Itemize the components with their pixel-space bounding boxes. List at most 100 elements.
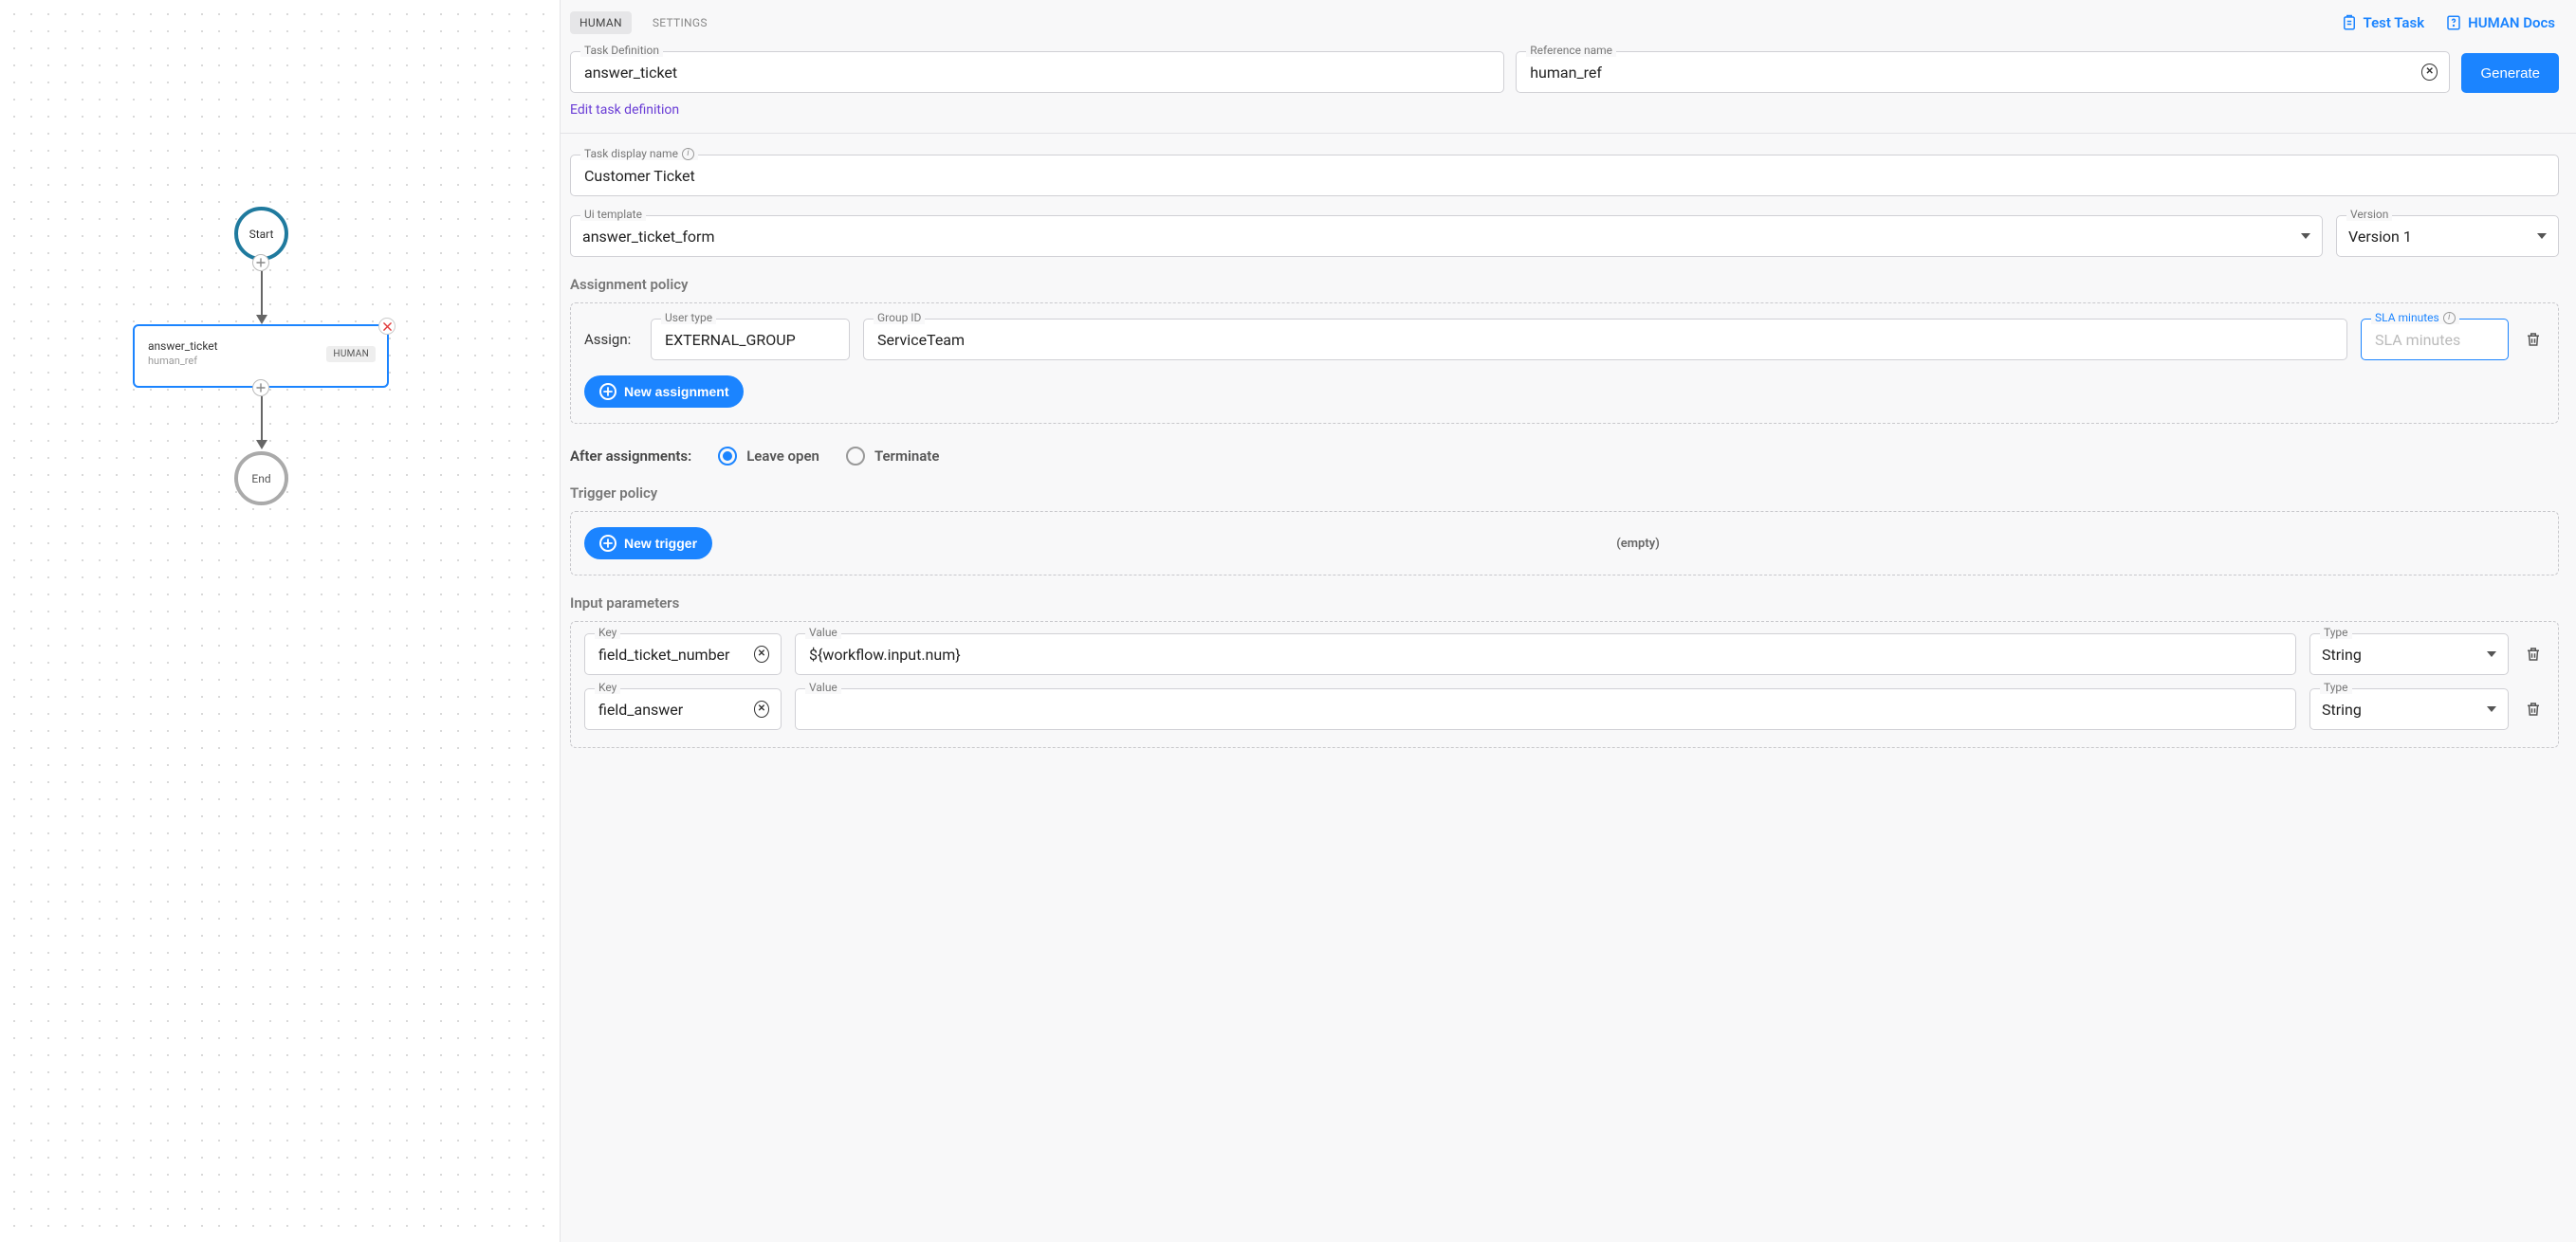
clipboard-icon — [2341, 14, 2358, 31]
close-icon — [383, 322, 392, 331]
start-node[interactable]: Start — [234, 207, 288, 261]
param-type-value: String — [2322, 646, 2362, 664]
trigger-policy-title: Trigger policy — [570, 484, 2559, 502]
info-icon[interactable]: i — [2443, 312, 2456, 324]
tab-settings[interactable]: SETTINGS — [643, 11, 717, 34]
assignment-policy-box: Assign: User type Group ID SLA minutes i — [570, 302, 2559, 424]
help-doc-icon — [2445, 14, 2462, 31]
edge — [261, 271, 263, 317]
field-label: Reference name — [1526, 44, 1616, 57]
user-type-field[interactable]: User type — [651, 319, 850, 360]
task-display-name-input[interactable] — [582, 166, 2547, 186]
param-value-input[interactable] — [807, 645, 2284, 665]
assign-label: Assign: — [584, 331, 635, 348]
clear-reference-name[interactable] — [2421, 64, 2438, 81]
plus-circle-icon — [599, 535, 616, 552]
field-label: Key — [595, 626, 620, 639]
input-parameters-box: Key Value Type String — [570, 621, 2559, 748]
radio-terminate-label: Terminate — [874, 447, 939, 465]
new-assignment-button[interactable]: New assignment — [584, 375, 744, 408]
radio-leave-open[interactable] — [718, 447, 737, 466]
radio-terminate[interactable] — [846, 447, 865, 466]
version-select[interactable]: Version Version 1 — [2336, 215, 2559, 257]
ui-template-value: answer_ticket_form — [582, 228, 714, 246]
trigger-policy-box: New trigger (empty) — [570, 511, 2559, 575]
panel-tabs: HUMAN SETTINGS — [570, 11, 717, 34]
test-task-link[interactable]: Test Task — [2341, 14, 2425, 31]
param-value-field[interactable]: Value — [795, 688, 2296, 730]
end-node-label: End — [251, 472, 270, 485]
add-after-start[interactable] — [252, 254, 269, 271]
input-parameters-title: Input parameters — [570, 594, 2559, 612]
param-type-select[interactable]: Type String — [2309, 633, 2509, 675]
edit-task-definition-link[interactable]: Edit task definition — [561, 93, 2576, 133]
chevron-down-icon — [2301, 233, 2310, 239]
group-id-field[interactable]: Group ID — [863, 319, 2347, 360]
reference-name-field[interactable]: Reference name — [1516, 51, 2450, 93]
clear-key[interactable] — [754, 646, 769, 663]
generate-button[interactable]: Generate — [2461, 53, 2559, 93]
tab-human[interactable]: HUMAN — [570, 11, 632, 34]
delete-assignment-button[interactable] — [2522, 330, 2545, 349]
plus-circle-icon — [599, 383, 616, 400]
info-icon[interactable]: i — [682, 148, 694, 160]
field-label: Version — [2346, 208, 2392, 221]
field-label: Task display name i — [580, 147, 698, 160]
trash-icon — [2525, 645, 2542, 664]
add-after-task[interactable] — [252, 379, 269, 396]
field-label: Type — [2320, 626, 2352, 639]
workflow-canvas[interactable]: Start answer_ticket human_ref HUMAN End — [0, 0, 560, 1242]
input-param-row: Key Value Type String — [584, 633, 2545, 675]
input-param-row: Key Value Type String — [584, 688, 2545, 730]
task-node-type-badge: HUMAN — [326, 346, 376, 362]
param-type-value: String — [2322, 701, 2362, 719]
arrow-head-icon — [256, 440, 267, 449]
task-node[interactable]: answer_ticket human_ref HUMAN — [133, 324, 389, 388]
delete-param-button[interactable] — [2522, 700, 2545, 719]
ui-template-select[interactable]: Ui template answer_ticket_form — [570, 215, 2323, 257]
chevron-down-icon — [2537, 233, 2547, 239]
field-label: Value — [805, 681, 841, 694]
group-id-input[interactable] — [875, 330, 2335, 350]
field-label: Type — [2320, 681, 2352, 694]
param-value-input[interactable] — [807, 700, 2284, 720]
field-label: Group ID — [874, 311, 925, 324]
new-trigger-button[interactable]: New trigger — [584, 527, 712, 559]
sla-minutes-field[interactable]: SLA minutes i — [2361, 319, 2509, 360]
clear-key[interactable] — [754, 701, 769, 718]
trash-icon — [2525, 700, 2542, 719]
field-label: Task Definition — [580, 44, 663, 57]
end-node[interactable]: End — [234, 451, 288, 505]
param-key-field[interactable]: Key — [584, 633, 782, 675]
task-definition-input[interactable] — [582, 63, 1492, 82]
chevron-down-icon — [2487, 706, 2496, 712]
delete-param-button[interactable] — [2522, 645, 2545, 664]
start-node-label: Start — [249, 228, 274, 241]
field-label: Ui template — [580, 208, 646, 221]
field-label: Key — [595, 681, 620, 694]
param-key-input[interactable] — [597, 645, 748, 665]
param-key-input[interactable] — [597, 700, 748, 720]
param-value-field[interactable]: Value — [795, 633, 2296, 675]
edge — [261, 396, 263, 442]
reference-name-input[interactable] — [1528, 63, 2416, 82]
field-label: Value — [805, 626, 841, 639]
docs-link[interactable]: HUMAN Docs — [2445, 14, 2555, 31]
radio-leave-open-label: Leave open — [746, 447, 819, 465]
trash-icon — [2525, 330, 2542, 349]
task-display-name-field[interactable]: Task display name i — [570, 155, 2559, 196]
properties-panel: HUMAN SETTINGS Test Task HUMAN Docs Task… — [560, 0, 2576, 1242]
user-type-input[interactable] — [663, 330, 837, 350]
version-value: Version 1 — [2348, 228, 2412, 246]
arrow-head-icon — [256, 315, 267, 324]
assignment-policy-title: Assignment policy — [570, 276, 2559, 293]
field-label: User type — [661, 311, 716, 324]
delete-node-button[interactable] — [378, 318, 396, 335]
chevron-down-icon — [2487, 651, 2496, 657]
param-key-field[interactable]: Key — [584, 688, 782, 730]
field-label: SLA minutes i — [2371, 311, 2459, 324]
trigger-empty-hint: (empty) — [1616, 537, 1660, 551]
sla-minutes-input[interactable] — [2373, 330, 2496, 350]
param-type-select[interactable]: Type String — [2309, 688, 2509, 730]
task-definition-field[interactable]: Task Definition — [570, 51, 1504, 93]
